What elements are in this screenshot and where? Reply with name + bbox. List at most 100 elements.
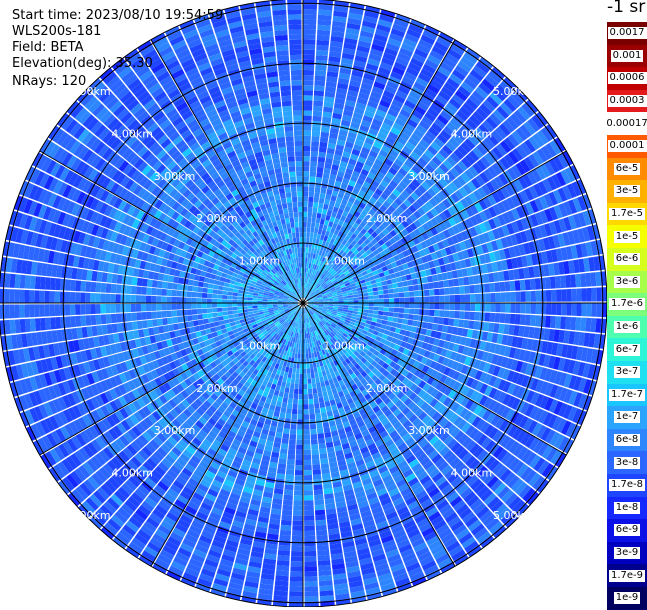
- scan-cell: [293, 490, 303, 496]
- scan-cell: [419, 309, 425, 316]
- scan-cell: [368, 291, 374, 296]
- scan-cell: [286, 377, 292, 384]
- scan-cell: [429, 309, 435, 317]
- scan-cell: [303, 196, 308, 202]
- scan-cell: [312, 110, 323, 117]
- scan-cell: [319, 141, 328, 148]
- scan-cell: [408, 285, 414, 292]
- scan-cell: [388, 288, 394, 294]
- scan-cell: [303, 404, 309, 410]
- scan-cell: [303, 75, 314, 81]
- scan-cell: [289, 591, 303, 597]
- scan-cell: [292, 403, 298, 410]
- scan-cell: [313, 202, 319, 208]
- scan-cell: [290, 566, 303, 572]
- scan-cell: [396, 276, 402, 283]
- scan-cell: [439, 288, 445, 296]
- scan-cell: [376, 318, 383, 324]
- scan-cell: [280, 448, 288, 455]
- scan-cell: [367, 288, 373, 293]
- scan-cell: [295, 465, 303, 471]
- scan-cell: [305, 353, 309, 359]
- scan-cell: [412, 320, 419, 327]
- scan-cell: [378, 294, 384, 299]
- scan-cell: [311, 378, 316, 384]
- scan-cell: [303, 368, 307, 374]
- scan-cell: [386, 320, 393, 327]
- scan-cell: [308, 186, 315, 193]
- scan-cell: [282, 433, 290, 440]
- scan-cell: [319, 402, 326, 408]
- scan-cell: [525, 303, 531, 314]
- scan-cell: [282, 504, 293, 511]
- scan-cell: [306, 227, 311, 233]
- scan-cell: [274, 580, 289, 587]
- scan-cell: [303, 419, 310, 425]
- scan-cell: [279, 386, 286, 393]
- scan-cell: [294, 475, 303, 481]
- scan-cell: [306, 237, 310, 243]
- scan-cell: [312, 125, 321, 132]
- scan-cell: [389, 298, 395, 303]
- scan-cell: [292, 368, 297, 374]
- scan-cell: [458, 319, 465, 328]
- scan-cell: [433, 281, 439, 289]
- scan-cell: [353, 297, 359, 301]
- scan-cell: [289, 581, 303, 587]
- scan-cell: [312, 207, 318, 213]
- scan-cell: [320, 213, 327, 220]
- scan-cell: [424, 309, 430, 316]
- scan-cell: [399, 303, 405, 308]
- scan-cell: [305, 338, 308, 344]
- scan-cell: [293, 388, 299, 395]
- scan-cell: [303, 470, 312, 476]
- scan-cell: [304, 566, 318, 572]
- scan-cell: [313, 232, 318, 239]
- scan-cell: [419, 296, 425, 303]
- scan-cell: [453, 278, 460, 287]
- scan-cell: [310, 429, 317, 435]
- scan-cell: [382, 285, 388, 290]
- scan-cell: [489, 312, 496, 323]
- scan-cell: [295, 449, 303, 455]
- scan-cell: [303, 140, 311, 147]
- scan-cell: [373, 310, 379, 315]
- scan-cell: [314, 504, 325, 511]
- scan-cell: [396, 323, 403, 329]
- scan-cell: [303, 176, 309, 182]
- scan-cell: [298, 389, 303, 395]
- scan-cell: [570, 317, 577, 331]
- scan-cell: [399, 297, 405, 303]
- scan-cell: [317, 549, 330, 556]
- scan-cell: [308, 196, 314, 203]
- scan-cell: [475, 293, 481, 303]
- scan-cell: [529, 314, 536, 327]
- scan-cell: [311, 141, 320, 147]
- scan-cell: [291, 535, 303, 542]
- scan-cell: [565, 316, 572, 330]
- scan-cell: [303, 227, 307, 233]
- scan-cell: [307, 373, 311, 379]
- scan-cell: [348, 297, 354, 301]
- scan-cell: [274, 585, 289, 592]
- scan-cell: [386, 279, 393, 285]
- scan-cell: [286, 408, 292, 414]
- scan-cell: [303, 211, 308, 217]
- scan-cell: [319, 192, 326, 199]
- scan-cell: [287, 454, 295, 460]
- scan-cell: [317, 560, 331, 566]
- scan-cell: [378, 310, 384, 316]
- scan-cell: [453, 318, 460, 327]
- scan-cell: [303, 59, 315, 66]
- scan-cell: [494, 282, 501, 292]
- scan-cell: [303, 85, 314, 91]
- scan-cell: [311, 444, 319, 450]
- scan-cell: [372, 314, 379, 319]
- scan-cell: [388, 293, 394, 298]
- scan-cell: [353, 294, 359, 298]
- scan-cell: [484, 283, 491, 293]
- scan-cell: [304, 586, 319, 592]
- scan-cell: [314, 227, 319, 234]
- scan-cell: [304, 485, 313, 491]
- scan-cell: [309, 232, 314, 238]
